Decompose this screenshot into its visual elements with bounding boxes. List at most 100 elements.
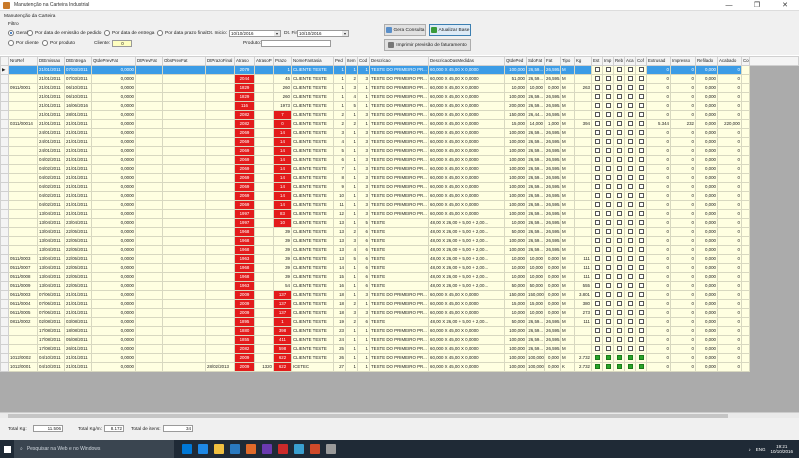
cell-ped[interactable]: 2	[333, 119, 346, 129]
cell-dtemi[interactable]: 21/01/2011	[37, 83, 65, 93]
cell-qtd[interactable]: 0,0000	[91, 191, 136, 201]
cell-nro[interactable]	[8, 128, 38, 138]
cell-ref[interactable]: 0,000	[695, 164, 718, 174]
table-row[interactable]: 0511/0009 13/04/2011 22/05/2011 0,0000 1963 5…	[0, 281, 799, 291]
cell-atraso[interactable]: 1963	[234, 254, 255, 264]
cell-dtprev[interactable]	[135, 317, 163, 327]
cell-cod[interactable]: 3	[357, 200, 370, 210]
table-row[interactable]: 0511/0003 13/04/2011 22/05/2011 0,0000 1963 3…	[0, 254, 799, 264]
checkbox[interactable]	[638, 85, 644, 91]
cell-ext[interactable]: 0	[646, 173, 671, 183]
cell-aca[interactable]	[624, 290, 636, 300]
cell-dtemi[interactable]: 21/01/2011	[37, 110, 65, 120]
cell-atraso[interactable]: 2069	[234, 155, 255, 165]
cell-imp[interactable]	[602, 245, 614, 255]
cell-qtd[interactable]: 0,0000	[91, 290, 136, 300]
cell-fat[interactable]: 26,595...	[544, 164, 561, 174]
cell-desc[interactable]: TESTE DO PRIMEIRO PR...	[369, 101, 429, 111]
cell-prazo[interactable]: 137	[273, 299, 292, 309]
cell-ped[interactable]: 14	[333, 263, 346, 273]
cell-qtd[interactable]: 0,0000	[91, 272, 136, 282]
cell-impr[interactable]: 0	[670, 290, 696, 300]
cell-kg[interactable]: 555	[574, 281, 592, 291]
cell-dtpf[interactable]	[205, 110, 235, 120]
cell-atraso[interactable]: 1829	[234, 83, 255, 93]
cell-atrasop[interactable]	[254, 101, 274, 111]
cell-reb[interactable]	[613, 236, 625, 246]
checkbox[interactable]	[627, 283, 633, 289]
cell-cod[interactable]: 3	[357, 191, 370, 201]
cell-qped[interactable]: 100,000	[504, 182, 527, 192]
cell-ref[interactable]: 0,000	[695, 101, 718, 111]
cell-item[interactable]: 1	[345, 137, 358, 147]
cell-imp[interactable]	[602, 128, 614, 138]
table-row[interactable]: 24/01/2011 21/01/2011 0,0000 2069 14 CLIENTE …	[0, 128, 799, 138]
cell-acab[interactable]: 0	[717, 335, 742, 345]
checkbox[interactable]	[616, 121, 622, 127]
cell-ref[interactable]: 0,000	[695, 128, 718, 138]
cell-nome[interactable]: CLIENTE TESTE	[291, 272, 334, 282]
cell-impr[interactable]: 0	[670, 128, 696, 138]
cell-nro[interactable]: 0811/0002	[8, 317, 38, 327]
taskbar-search[interactable]: ⌕ Pesquisar na Web e no Windows	[14, 440, 174, 458]
cell-imp[interactable]	[602, 353, 614, 363]
cell-qped[interactable]: 100,000	[504, 128, 527, 138]
table-row[interactable]: 04/02/2011 21/01/2011 0,0000 2069 14 CLIENTE …	[0, 173, 799, 183]
cell-ped[interactable]: 6	[333, 155, 346, 165]
explorer-icon[interactable]	[214, 444, 224, 454]
cell-ext[interactable]: 0	[646, 344, 671, 354]
cell-reb[interactable]	[613, 317, 625, 327]
cell-ped[interactable]: 25	[333, 344, 346, 354]
cell-ped[interactable]: 18	[333, 290, 346, 300]
checkbox[interactable]	[605, 94, 611, 100]
cell-ped[interactable]: 15	[333, 272, 346, 282]
cell-desc[interactable]: TESTE DO PRIMEIRO PR...	[369, 146, 429, 156]
cell-ext[interactable]: 0	[646, 308, 671, 318]
cell-reb[interactable]	[613, 191, 625, 201]
row-selector[interactable]	[0, 353, 9, 363]
cell-ped[interactable]: 1	[333, 92, 346, 102]
cell-desc[interactable]: TESTE DO PRIMEIRO PR...	[369, 344, 429, 354]
cell-nome[interactable]: CLIENTE TESTE	[291, 92, 334, 102]
cell-aca[interactable]	[624, 326, 636, 336]
cell-ref[interactable]: 0,000	[695, 83, 718, 93]
cell-desc[interactable]: TESTE DO PRIMEIRO PR...	[369, 164, 429, 174]
checkbox[interactable]	[616, 67, 622, 73]
cell-cod[interactable]: 6	[357, 272, 370, 282]
cell-est[interactable]	[591, 344, 603, 354]
checkbox[interactable]	[605, 211, 611, 217]
cell-dtprev[interactable]	[135, 326, 163, 336]
cell-fat[interactable]: 1,000	[544, 119, 561, 129]
cell-med[interactable]: 48,00 X 26,00 + 5,00 + 2,00...	[428, 254, 505, 264]
checkbox[interactable]	[638, 292, 644, 298]
checkbox[interactable]	[605, 121, 611, 127]
cell-ref[interactable]: 0,000	[695, 74, 718, 84]
cell-dtent[interactable]: 22/05/2011	[64, 263, 92, 273]
cell-cod[interactable]: 1	[357, 326, 370, 336]
checkbox[interactable]	[594, 148, 600, 154]
cell-ref[interactable]: 0,000	[695, 200, 718, 210]
cell-nome[interactable]: CLIENTE TESTE	[291, 344, 334, 354]
cell-item[interactable]: 1	[345, 353, 358, 363]
cell-ext[interactable]: 0	[646, 335, 671, 345]
cell-atraso[interactable]: 116	[234, 101, 255, 111]
cell-ped[interactable]: 18	[333, 299, 346, 309]
cell-item[interactable]: 1	[345, 146, 358, 156]
cell-prazo[interactable]: 39	[273, 236, 292, 246]
cell-prazo[interactable]: 1973	[273, 101, 292, 111]
cell-nro[interactable]	[8, 191, 38, 201]
cell-dtemi[interactable]: 24/01/2011	[37, 128, 65, 138]
checkbox[interactable]	[616, 211, 622, 217]
cell-qtd[interactable]: 0,0000	[91, 236, 136, 246]
cell-nome[interactable]: CLIENTE TESTE	[291, 308, 334, 318]
cell-cof[interactable]	[635, 317, 647, 327]
checkbox[interactable]	[638, 301, 644, 307]
cell-impr[interactable]: 0	[670, 317, 696, 327]
column-header[interactable]: DtEntrega	[64, 56, 92, 66]
row-selector[interactable]	[0, 191, 9, 201]
cell-qped[interactable]: 100,000	[504, 335, 527, 345]
checkbox[interactable]	[616, 292, 622, 298]
cell-atraso[interactable]: 1895	[234, 317, 255, 327]
cell-ped[interactable]: 8	[333, 173, 346, 183]
radio-data-prazo-final[interactable]	[157, 30, 163, 36]
